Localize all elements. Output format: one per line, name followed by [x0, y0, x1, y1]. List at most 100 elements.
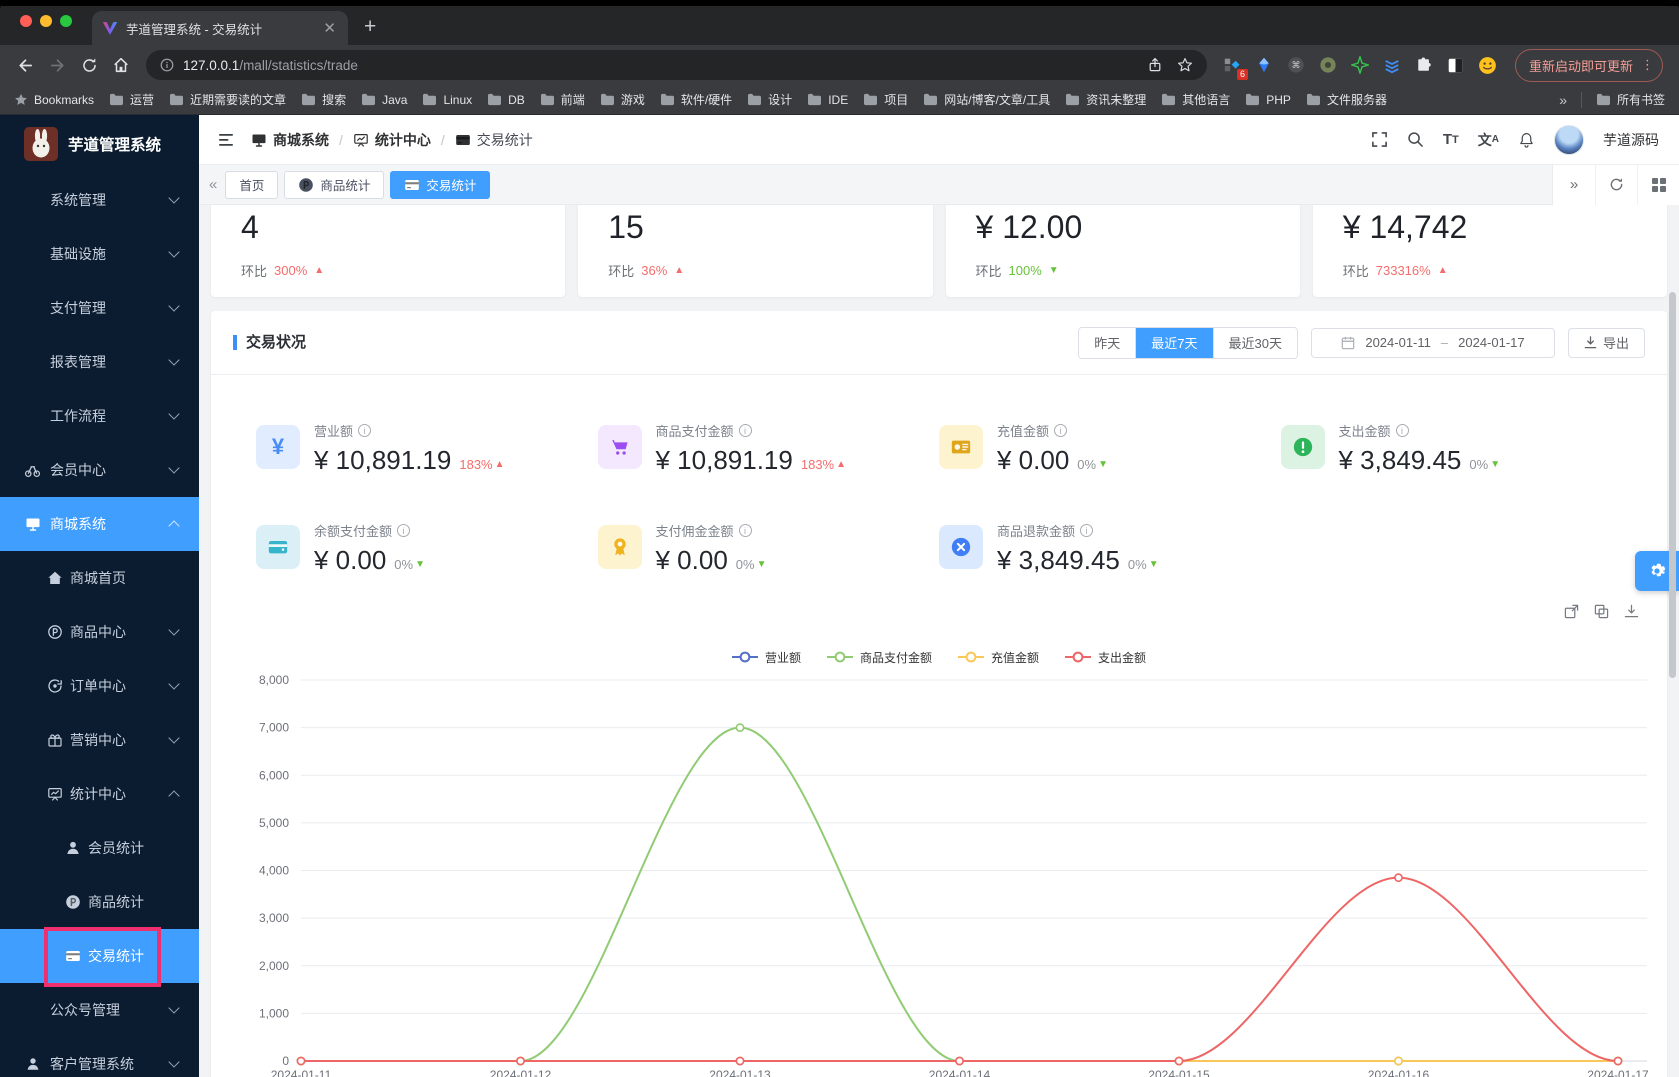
- restore-chart-icon[interactable]: [1564, 604, 1579, 620]
- sidebar-item-mall-system[interactable]: 商城系统: [0, 497, 199, 551]
- bookmark-folder[interactable]: 项目: [863, 91, 908, 108]
- search-icon[interactable]: [1407, 131, 1424, 148]
- bookmark-folder[interactable]: 软件/硬件: [660, 91, 732, 108]
- bookmarks-overflow-icon[interactable]: »: [1559, 92, 1567, 108]
- info-icon[interactable]: i: [738, 524, 752, 537]
- ext-kite-icon[interactable]: [1252, 53, 1276, 77]
- back-icon[interactable]: [10, 50, 40, 80]
- browser-tab[interactable]: 芋道管理系统 - 交易统计 ✕: [92, 11, 348, 45]
- sidebar-item-mall-home[interactable]: 商城首页: [0, 551, 199, 605]
- ext-star-icon[interactable]: [1348, 53, 1372, 77]
- legend-item[interactable]: 支出金额: [1065, 649, 1146, 666]
- sidebar-item-statistics-center[interactable]: 统计中心: [0, 767, 199, 821]
- legend-item[interactable]: 充值金额: [958, 649, 1039, 666]
- range-button[interactable]: 昨天: [1079, 327, 1136, 358]
- breadcrumb-trade-statistics[interactable]: 交易统计: [455, 130, 533, 150]
- user-avatar[interactable]: [1554, 124, 1584, 155]
- username[interactable]: 芋道源码: [1603, 130, 1659, 150]
- home-icon[interactable]: [106, 50, 136, 80]
- bookmark-folder[interactable]: 前端: [540, 91, 585, 108]
- tabs-scroll-right-icon[interactable]: »: [1553, 165, 1595, 205]
- page-scrollbar-thumb[interactable]: [1669, 292, 1676, 678]
- site-info-icon[interactable]: [160, 58, 174, 72]
- new-tab-button[interactable]: +: [364, 15, 376, 39]
- breadcrumb-mall-system[interactable]: 商城系统: [251, 130, 329, 150]
- info-icon[interactable]: i: [358, 424, 372, 437]
- date-range-picker[interactable]: 2024-01-11 – 2024-01-17: [1310, 327, 1555, 358]
- sidebar-item-product-center[interactable]: 商品中心: [0, 605, 199, 659]
- bookmark-folder[interactable]: 游戏: [600, 91, 645, 108]
- bookmark-folder[interactable]: 网站/博客/文章/工具: [923, 91, 1050, 108]
- tab-product-statistics[interactable]: 商品统计: [284, 170, 385, 199]
- bookmark-folder[interactable]: 文件服务器: [1306, 91, 1387, 108]
- maximize-window-button[interactable]: [60, 15, 72, 27]
- info-icon[interactable]: i: [738, 424, 752, 437]
- sidebar-item-official-account[interactable]: 公众号管理: [0, 983, 199, 1037]
- sidebar-item-trade-statistics[interactable]: 交易统计: [0, 927, 199, 987]
- breadcrumb-statistics-center[interactable]: 统计中心: [353, 130, 431, 150]
- language-icon[interactable]: 文A: [1478, 130, 1499, 150]
- sidebar-item-member-statistics[interactable]: 会员统计: [0, 821, 199, 875]
- fullscreen-icon[interactable]: [1371, 131, 1388, 148]
- notifications-bell-icon[interactable]: [1518, 131, 1535, 149]
- layout-grid-icon[interactable]: [1637, 164, 1679, 205]
- bookmark-folder[interactable]: IDE: [807, 93, 848, 107]
- browser-menu-icon[interactable]: ⋮: [1641, 57, 1654, 73]
- bookmark-folder[interactable]: 近期需要读的文章: [169, 91, 286, 108]
- sidebar-item-product-statistics[interactable]: 商品统计: [0, 875, 199, 929]
- ext-blocks-icon[interactable]: 6: [1220, 53, 1248, 80]
- bookmark-star-icon[interactable]: [1177, 57, 1193, 73]
- info-icon[interactable]: i: [1054, 424, 1068, 437]
- ext-contrast-icon[interactable]: [1444, 53, 1468, 77]
- range-button[interactable]: 最近30天: [1212, 327, 1297, 358]
- sidebar-item-report-management[interactable]: 报表管理: [0, 335, 199, 389]
- sidebar-item-workflow[interactable]: 工作流程: [0, 389, 199, 443]
- export-button[interactable]: 导出: [1567, 327, 1645, 358]
- legend-item[interactable]: 商品支付金额: [826, 649, 932, 666]
- date-end[interactable]: 2024-01-17: [1458, 335, 1525, 350]
- tabs-scroll-left-icon[interactable]: «: [209, 176, 217, 193]
- bookmark-folder[interactable]: 其他语言: [1161, 91, 1230, 108]
- bookmark-folder[interactable]: 设计: [747, 91, 792, 108]
- app-logo-row[interactable]: 芋道管理系统: [0, 115, 199, 173]
- sidebar-item-payment-management[interactable]: 支付管理: [0, 281, 199, 335]
- tab-trade-statistics[interactable]: 交易统计: [390, 170, 491, 199]
- date-start[interactable]: 2024-01-11: [1365, 335, 1431, 350]
- tab-home[interactable]: 首页: [225, 170, 279, 199]
- font-size-icon[interactable]: TT: [1443, 131, 1459, 148]
- reload-icon[interactable]: [74, 50, 104, 80]
- bookmark-folder[interactable]: Linux: [422, 93, 472, 107]
- sidebar-item-member-center[interactable]: 会员中心: [0, 443, 199, 497]
- bookmark-folder[interactable]: 搜索: [301, 91, 346, 108]
- ext-olive-icon[interactable]: [1316, 53, 1340, 77]
- ext-cmd-icon[interactable]: ⌘: [1284, 53, 1308, 77]
- data-view-icon[interactable]: [1594, 604, 1609, 620]
- ext-emoji-icon[interactable]: [1476, 53, 1500, 77]
- info-icon[interactable]: i: [1080, 524, 1094, 537]
- sidebar-item-infrastructure[interactable]: 基础设施: [0, 227, 199, 281]
- legend-item[interactable]: 营业额: [731, 649, 801, 666]
- info-icon[interactable]: i: [397, 524, 411, 537]
- extensions-puzzle-icon[interactable]: [1412, 53, 1436, 77]
- collapse-sidebar-icon[interactable]: [219, 133, 235, 147]
- sidebar-item-customer-management[interactable]: 客户管理系统: [0, 1037, 199, 1077]
- bookmark-folder[interactable]: 运营: [109, 91, 154, 108]
- refresh-page-icon[interactable]: [1595, 164, 1637, 205]
- bookmark-folder[interactable]: Java: [361, 93, 407, 107]
- close-window-button[interactable]: [20, 15, 32, 27]
- bookmark-folder[interactable]: DB: [487, 93, 525, 107]
- forward-icon[interactable]: [42, 50, 72, 80]
- save-image-icon[interactable]: [1624, 604, 1639, 620]
- bookmark-folder[interactable]: 资讯未整理: [1065, 91, 1146, 108]
- tab-close-icon[interactable]: ✕: [321, 21, 338, 36]
- bookmark-folder[interactable]: PHP: [1245, 93, 1291, 107]
- sidebar-item-system-management[interactable]: 系统管理: [0, 173, 199, 227]
- share-icon[interactable]: [1147, 57, 1163, 73]
- all-bookmarks[interactable]: 所有书签: [1596, 91, 1665, 108]
- minimize-window-button[interactable]: [40, 15, 52, 27]
- info-icon[interactable]: i: [1395, 424, 1409, 437]
- range-button[interactable]: 最近7天: [1135, 327, 1213, 358]
- sidebar-item-marketing-center[interactable]: 营销中心: [0, 713, 199, 767]
- browser-update-button[interactable]: 重新启动即可更新 ⋮: [1514, 48, 1663, 82]
- url-bar[interactable]: 127.0.0.1/mall/statistics/trade: [146, 50, 1207, 80]
